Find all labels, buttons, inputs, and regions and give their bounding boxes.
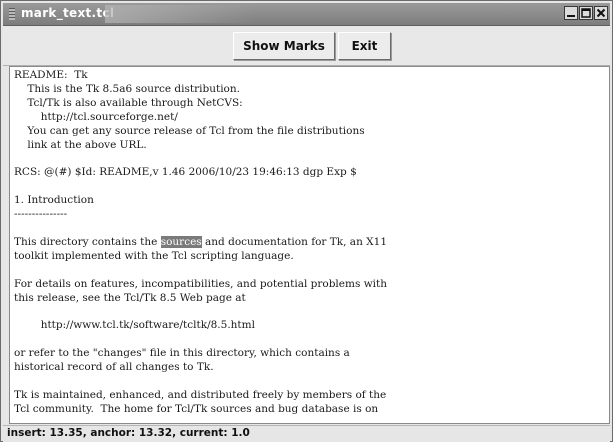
title-decoration xyxy=(105,5,255,23)
text-line: For details on features, incompatibiliti… xyxy=(14,277,388,290)
close-icon[interactable] xyxy=(594,6,608,20)
text-line: http://tcl.sourceforge.net/ xyxy=(14,110,178,123)
exit-button[interactable]: Exit xyxy=(338,32,391,60)
text-line: or refer to the "changes" file in this d… xyxy=(14,347,350,360)
minimize-icon[interactable] xyxy=(564,6,578,20)
status-bar: insert: 13.35, anchor: 13.32, current: 1… xyxy=(3,425,610,442)
text-line: Tcl/Tk is also available through NetCVS: xyxy=(14,96,243,109)
text-line-after-selection: and documentation for Tk, an X11 xyxy=(201,235,388,248)
text-line: Tk is maintained, enhanced, and distribu… xyxy=(14,388,387,401)
window-menu-icon[interactable] xyxy=(9,8,15,20)
text-line: this release, see the Tcl/Tk 8.5 Web pag… xyxy=(14,291,246,304)
application-window: mark_text.tcl Show Marks Exit README: Tk… xyxy=(0,0,613,442)
title-bar[interactable]: mark_text.tcl xyxy=(3,3,610,26)
text-line: 1. Introduction xyxy=(14,194,94,207)
text-content[interactable]: README: Tk This is the Tk 8.5a6 source d… xyxy=(14,69,387,417)
text-line: toolkit implemented with the Tcl scripti… xyxy=(14,249,294,262)
text-line: Tcl community. The home for Tcl/Tk sourc… xyxy=(14,402,379,415)
show-marks-button[interactable]: Show Marks xyxy=(233,32,335,60)
text-line: RCS: @(#) $Id: README,v 1.46 2006/10/23 … xyxy=(14,166,357,179)
text-line: link at the above URL. xyxy=(14,138,147,151)
button-bar: Show Marks Exit xyxy=(3,26,610,66)
maximize-icon[interactable] xyxy=(579,6,593,20)
minimize-glyph xyxy=(567,15,575,17)
text-line: http://www.tcl.tk/software/tcltk/8.5.htm… xyxy=(14,319,255,332)
close-glyph xyxy=(596,8,606,18)
text-line-before-selection: This directory contains the xyxy=(14,235,161,248)
status-text: insert: 13.35, anchor: 13.32, current: 1… xyxy=(7,427,250,439)
text-line: --------------- xyxy=(14,208,68,221)
text-widget[interactable]: README: Tk This is the Tk 8.5a6 source d… xyxy=(9,66,610,424)
text-line: README: Tk xyxy=(14,69,88,81)
text-line: This is the Tk 8.5a6 source distribution… xyxy=(14,82,240,95)
selected-text[interactable]: sources xyxy=(160,235,202,248)
window-title: mark_text.tcl xyxy=(21,6,115,20)
text-line: historical record of all changes to Tk. xyxy=(14,361,214,374)
maximize-glyph xyxy=(581,8,591,18)
text-line: You can get any source release of Tcl fr… xyxy=(14,124,365,137)
